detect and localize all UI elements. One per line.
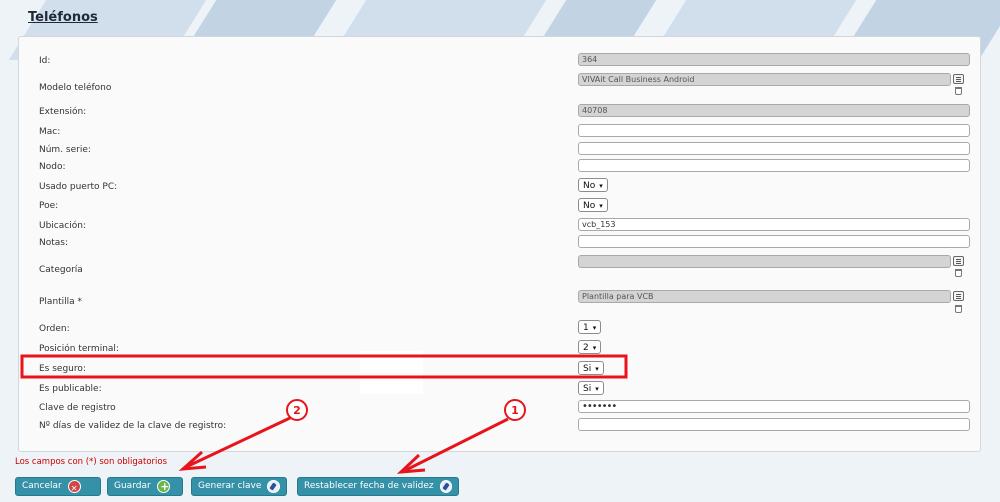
dias-input[interactable] bbox=[578, 418, 970, 431]
puerto-pc-select[interactable]: No ▾ bbox=[578, 178, 608, 192]
page-title: Teléfonos bbox=[28, 10, 98, 25]
puerto-pc-value: No bbox=[583, 181, 596, 191]
trash-icon[interactable] bbox=[955, 87, 962, 95]
publicable-label: Es publicable: bbox=[39, 384, 102, 394]
categoria-field[interactable] bbox=[578, 255, 951, 268]
orden-value: 1 bbox=[583, 323, 589, 333]
clave-label: Clave de registro bbox=[39, 403, 116, 413]
clave-input[interactable]: ••••••• bbox=[578, 400, 970, 413]
modelo-field[interactable]: VIVAit Call Business Android bbox=[578, 73, 951, 86]
close-icon bbox=[67, 480, 81, 497]
orden-select[interactable]: 1 ▾ bbox=[578, 320, 602, 334]
poe-label: Poe: bbox=[39, 201, 59, 211]
chevron-down-icon: ▾ bbox=[595, 365, 599, 373]
reset-validity-button[interactable]: Restablecer fecha de validez bbox=[297, 477, 459, 496]
categoria-label: Categoría bbox=[39, 265, 83, 275]
serie-label: Núm. serie: bbox=[39, 145, 91, 155]
mac-input[interactable] bbox=[578, 124, 970, 137]
chevron-down-icon: ▾ bbox=[595, 385, 599, 393]
serie-input[interactable] bbox=[578, 142, 970, 155]
plantilla-label: Plantilla * bbox=[39, 297, 83, 307]
cancel-button[interactable]: Cancelar bbox=[15, 477, 101, 497]
save-label: Guardar bbox=[114, 481, 151, 491]
plus-icon bbox=[156, 478, 170, 495]
blank-area bbox=[360, 351, 423, 394]
trash-icon[interactable] bbox=[955, 269, 962, 277]
extension-field[interactable]: 40708 bbox=[578, 104, 970, 117]
generate-label: Generar clave bbox=[198, 481, 262, 491]
generate-key-button[interactable]: Generar clave bbox=[191, 477, 287, 496]
ubicacion-label: Ubicación: bbox=[39, 221, 86, 231]
key-icon bbox=[439, 480, 452, 493]
chevron-down-icon: ▾ bbox=[592, 324, 597, 332]
cancel-label: Cancelar bbox=[22, 481, 62, 491]
nodo-input[interactable] bbox=[578, 159, 970, 172]
chevron-down-icon: ▾ bbox=[592, 344, 597, 352]
id-label: Id: bbox=[39, 56, 51, 66]
required-note: Los campos con (*) son obligatorios bbox=[15, 457, 168, 467]
key-icon bbox=[267, 480, 280, 493]
reset-label: Restablecer fecha de validez bbox=[304, 481, 434, 491]
publicable-value: Si bbox=[583, 384, 592, 394]
notas-input[interactable] bbox=[578, 235, 970, 248]
list-icon[interactable] bbox=[953, 291, 964, 301]
phone-form-panel: Id: 364 Modelo teléfono VIVAit Call Busi… bbox=[18, 36, 981, 452]
publicable-select[interactable]: Si ▾ bbox=[578, 381, 604, 395]
save-button[interactable]: Guardar bbox=[107, 477, 183, 496]
trash-icon[interactable] bbox=[955, 305, 962, 313]
nodo-label: Nodo: bbox=[39, 162, 66, 172]
seguro-value: Si bbox=[583, 364, 592, 374]
plantilla-field[interactable]: Plantilla para VCB bbox=[578, 290, 951, 303]
puerto-pc-label: Usado puerto PC: bbox=[39, 182, 118, 192]
orden-label: Orden: bbox=[39, 324, 70, 334]
chevron-down-icon: ▾ bbox=[599, 202, 603, 210]
dias-label: Nº días de validez de la clave de regist… bbox=[39, 421, 227, 431]
posicion-select[interactable]: 2 ▾ bbox=[578, 340, 602, 354]
posicion-value: 2 bbox=[583, 343, 589, 353]
seguro-select[interactable]: Si ▾ bbox=[578, 361, 604, 375]
posicion-label: Posición terminal: bbox=[39, 344, 119, 354]
list-icon[interactable] bbox=[953, 256, 964, 266]
chevron-down-icon: ▾ bbox=[599, 182, 603, 190]
list-icon[interactable] bbox=[953, 74, 964, 84]
mac-label: Mac: bbox=[39, 127, 61, 137]
modelo-label: Modelo teléfono bbox=[39, 83, 112, 93]
notas-label: Notas: bbox=[39, 238, 69, 248]
ubicacion-input[interactable]: vcb_153 bbox=[578, 218, 970, 231]
poe-select[interactable]: No ▾ bbox=[578, 198, 608, 212]
extension-label: Extensión: bbox=[39, 107, 87, 117]
id-field[interactable]: 364 bbox=[578, 53, 970, 66]
seguro-label: Es seguro: bbox=[39, 364, 86, 374]
poe-value: No bbox=[583, 201, 596, 211]
